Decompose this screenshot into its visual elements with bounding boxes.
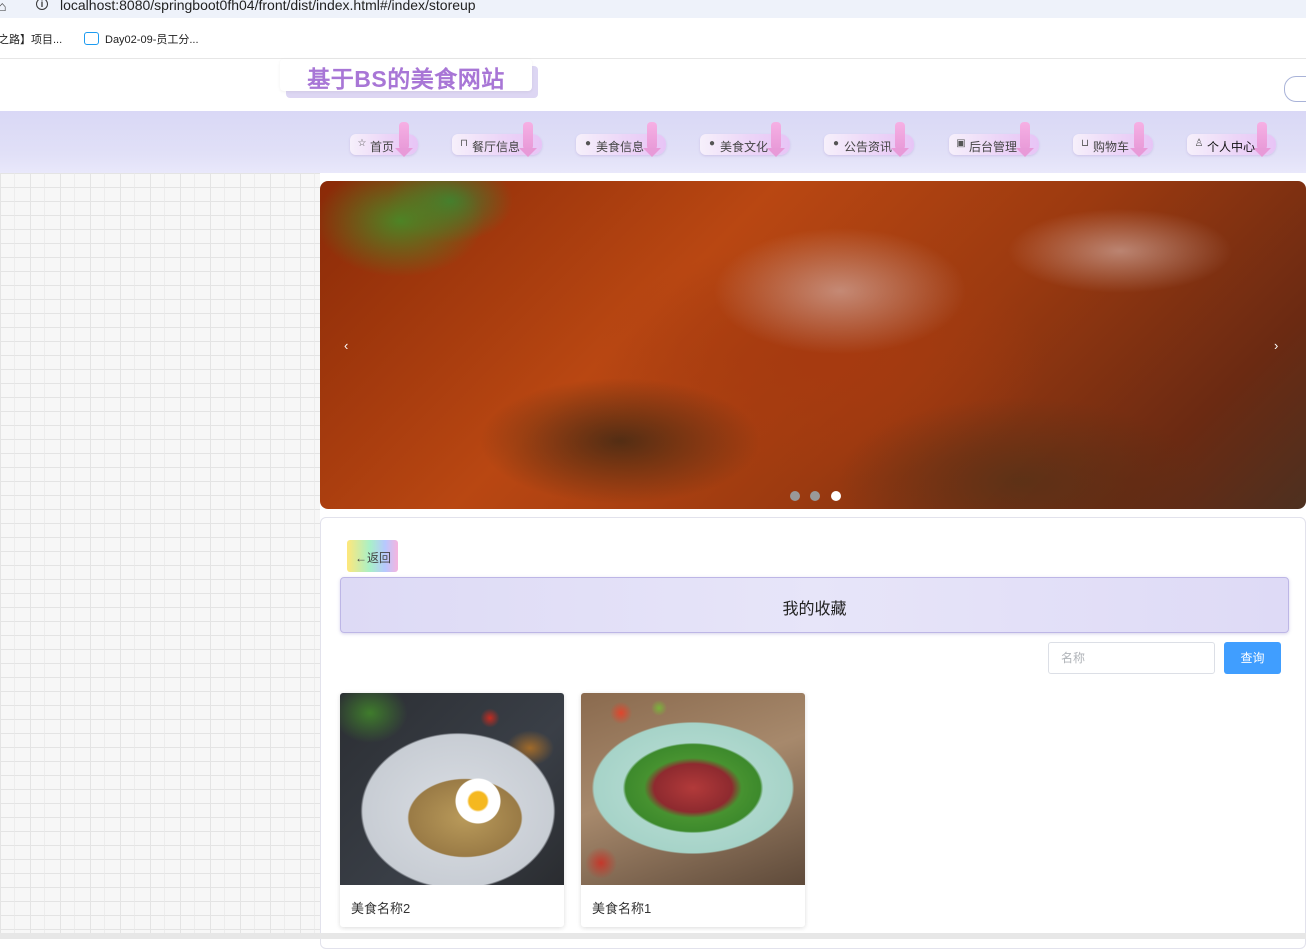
- info-circle-icon: ●: [832, 138, 840, 149]
- nav-item-home[interactable]: ☆ 首页: [350, 122, 418, 157]
- brick-wall-background: [0, 173, 320, 933]
- favorite-card[interactable]: 美食名称2: [340, 693, 564, 927]
- main-nav: ☆ 首页 ⊓ 餐厅信息 ● 美食信息 ● 美食文化 ● 公告资讯 ▣ 后台管理 …: [0, 111, 1306, 173]
- nav-decoration: [1253, 122, 1271, 157]
- nav-decoration: [1130, 122, 1148, 157]
- star-icon: ☆: [357, 138, 367, 149]
- nav-label: 后台管理: [969, 140, 1018, 154]
- banner-carousel[interactable]: ‹ ›: [320, 181, 1306, 509]
- header-corner-button[interactable]: [1284, 76, 1306, 102]
- food-name: 美食名称1: [592, 901, 652, 916]
- query-button[interactable]: 查询: [1224, 642, 1281, 674]
- food-image[interactable]: [340, 693, 564, 885]
- back-label: ←返回: [355, 551, 392, 565]
- food-image[interactable]: [581, 693, 805, 885]
- nav-item-food-culture[interactable]: ● 美食文化: [700, 122, 790, 157]
- home-icon[interactable]: ⌂: [0, 0, 6, 14]
- favorites-panel: ←返回 我的收藏 查询 美食名称2 美食名称1: [320, 517, 1306, 949]
- user-icon: ♙: [1194, 138, 1204, 149]
- food-name: 美食名称2: [351, 901, 411, 916]
- carousel-dot[interactable]: [810, 491, 821, 501]
- nav-item-admin[interactable]: ▣ 后台管理: [949, 122, 1039, 157]
- nav-label: 美食文化: [720, 140, 769, 154]
- nav-item-cart[interactable]: ⊔ 购物车: [1073, 122, 1153, 157]
- site-header: 基于BS的美食网站: [0, 59, 1306, 111]
- section-title: 我的收藏: [782, 601, 847, 618]
- bookmark-label: 之路】项目...: [0, 34, 63, 46]
- bookmark-item[interactable]: 之路】项目...: [0, 31, 62, 47]
- bilibili-icon: [84, 32, 99, 45]
- name-search-input[interactable]: [1048, 642, 1215, 674]
- bookmarks-bar: 之路】项目... Day02-09-员工分...: [0, 18, 1306, 59]
- nav-decoration: [643, 122, 661, 157]
- nav-label: 购物车: [1093, 140, 1130, 154]
- nav-item-food-info[interactable]: ● 美食信息: [576, 122, 666, 157]
- bag-icon: ⊓: [460, 138, 468, 149]
- site-title: 基于BS的美食网站: [307, 66, 505, 92]
- favorite-card[interactable]: 美食名称1: [581, 693, 805, 927]
- nav-decoration: [395, 122, 413, 157]
- section-header: 我的收藏: [340, 577, 1289, 633]
- page-bottom-edge: [0, 933, 1306, 939]
- nav-decoration: [891, 122, 909, 157]
- nav-decoration: [519, 122, 537, 157]
- nav-decoration: [767, 122, 785, 157]
- nav-label: 公告资讯: [844, 140, 893, 154]
- back-button[interactable]: ←返回: [347, 540, 398, 572]
- nav-item-announcements[interactable]: ● 公告资讯: [824, 122, 914, 157]
- nav-label: 美食信息: [596, 140, 645, 154]
- bookmark-label: Day02-09-员工分...: [105, 34, 199, 46]
- browser-address-bar: ⌂ i localhost:8080/springboot0fh04/front…: [0, 0, 1306, 18]
- cart-icon: ⊔: [1081, 138, 1089, 149]
- site-info-icon[interactable]: i: [36, 0, 48, 10]
- nav-item-profile[interactable]: ♙ 个人中心: [1187, 122, 1276, 157]
- clipboard-icon: ▣: [956, 138, 966, 149]
- info-circle-icon: ●: [584, 138, 592, 149]
- carousel-dot-active[interactable]: [830, 491, 841, 501]
- carousel-indicators: [790, 488, 847, 506]
- nav-label: 首页: [370, 140, 395, 154]
- question-circle-icon: ●: [708, 138, 716, 149]
- nav-label: 餐厅信息: [472, 140, 521, 154]
- address-url[interactable]: localhost:8080/springboot0fh04/front/dis…: [60, 0, 476, 13]
- nav-decoration: [1016, 122, 1034, 157]
- carousel-dot[interactable]: [790, 491, 800, 501]
- carousel-prev-icon[interactable]: ‹: [344, 338, 348, 353]
- nav-item-restaurant-info[interactable]: ⊓ 餐厅信息: [452, 122, 542, 157]
- nav-label: 个人中心: [1207, 140, 1256, 154]
- carousel-next-icon[interactable]: ›: [1274, 338, 1278, 353]
- bookmark-item[interactable]: Day02-09-员工分...: [84, 31, 199, 47]
